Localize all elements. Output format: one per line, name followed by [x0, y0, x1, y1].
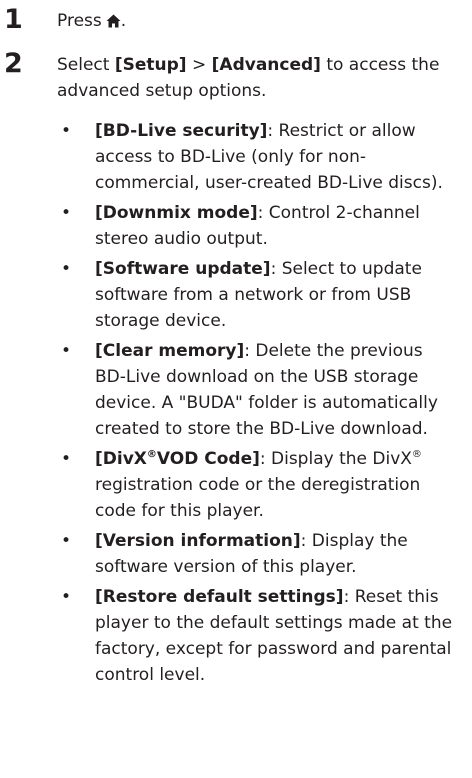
setup-menu-label: [Setup] [114, 55, 187, 75]
home-icon [106, 10, 121, 36]
option-downmix-mode: • [Downmix mode]: Control 2-channel ster… [0, 200, 457, 252]
bullet: • [61, 341, 72, 361]
option-label: [Version information] [95, 531, 301, 551]
registered-mark: ® [411, 449, 422, 460]
manual-page: 1 Press. 2 Select [Setup] > [Advanced] t… [0, 0, 472, 778]
option-bd-live-security: • [BD-Live security]: Restrict or allow … [0, 118, 457, 196]
option-divx-vod-code: • [DivX®VOD Code]: Display the DivX® reg… [0, 446, 457, 524]
option-label-post: VOD Code] [156, 449, 260, 469]
advanced-options-list: • [BD-Live security]: Restrict or allow … [0, 118, 472, 692]
option-label-pre: [DivX [95, 449, 147, 469]
step-1-period: . [120, 11, 127, 31]
option-label: [DivX®VOD Code] [95, 449, 260, 469]
step-text: Press. [57, 8, 462, 36]
option-label: [Restore default settings] [95, 587, 344, 607]
option-clear-memory: • [Clear memory]: Delete the previous BD… [0, 338, 457, 442]
option-label: [BD-Live security] [95, 121, 268, 141]
bullet: • [61, 449, 72, 469]
option-label: [Software update] [95, 259, 271, 279]
bullet: • [61, 121, 72, 141]
option-desc-pre: : Display the DivX [259, 449, 412, 469]
option-label: [Clear memory] [95, 341, 245, 361]
option-desc-post: registration code or the deregistration … [95, 475, 421, 521]
step-number: 2 [4, 48, 23, 79]
option-software-update: • [Software update]: Select to update so… [0, 256, 457, 334]
step-1-label: Press [57, 11, 102, 31]
bullet: • [61, 203, 72, 223]
bullet: • [61, 531, 72, 551]
registered-mark: ® [146, 449, 157, 460]
step-number: 1 [4, 4, 23, 35]
step-text: Select [Setup] > [Advanced] to access th… [57, 52, 462, 104]
bullet: • [61, 587, 72, 607]
advanced-menu-label: [Advanced] [211, 55, 321, 75]
option-version-information: • [Version information]: Display the sof… [0, 528, 457, 580]
step-2-arrow: > [186, 55, 212, 75]
step-2-pre: Select [57, 55, 115, 75]
option-restore-default-settings: • [Restore default settings]: Reset this… [0, 584, 457, 688]
bullet: • [61, 259, 72, 279]
option-label: [Downmix mode] [95, 203, 258, 223]
